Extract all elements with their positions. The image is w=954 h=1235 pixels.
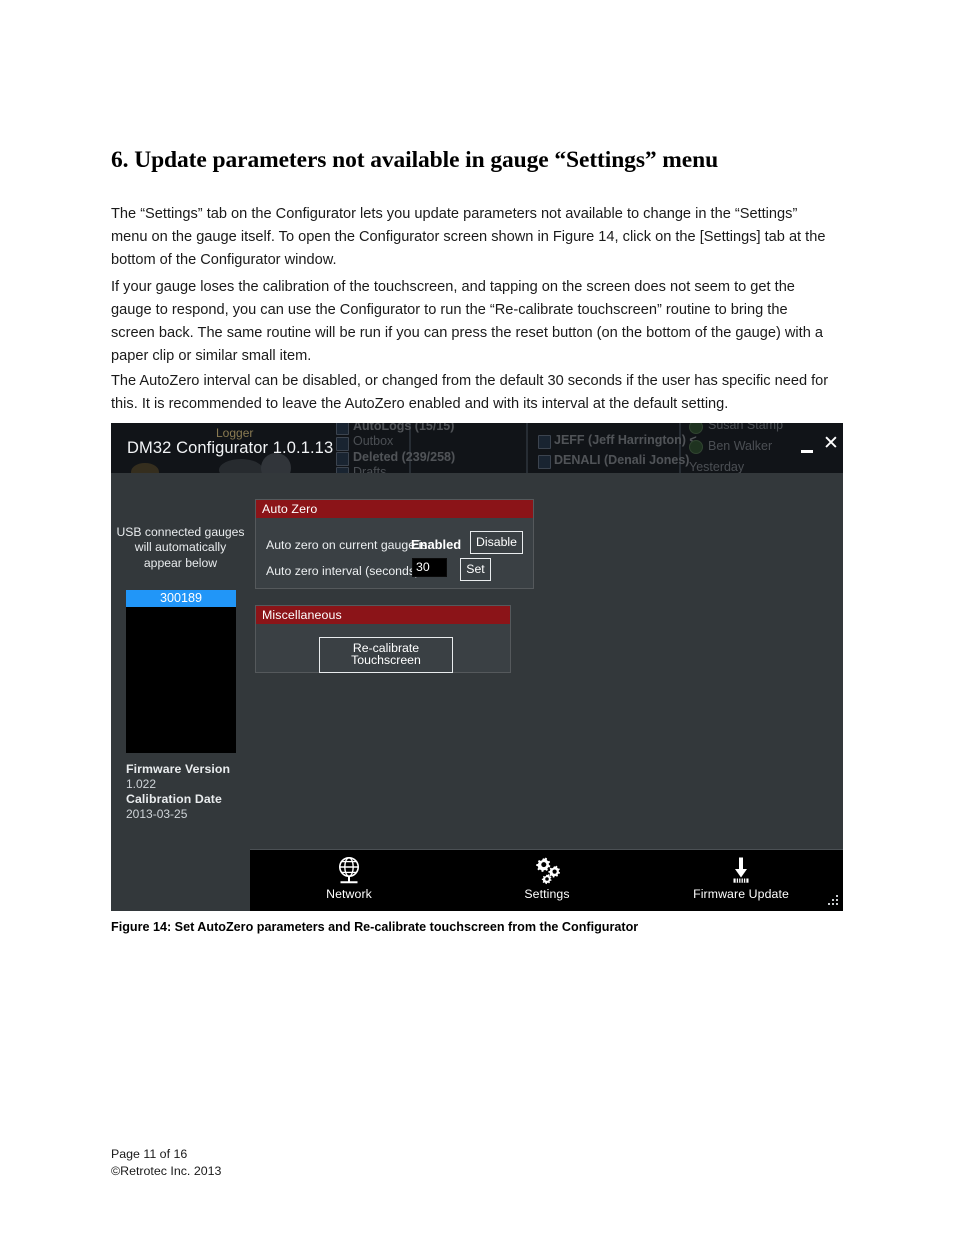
tab-network[interactable]: Network: [284, 850, 414, 911]
auto-zero-interval-label: Auto zero interval (seconds):: [266, 564, 423, 578]
figure-caption: Figure 14: Set AutoZero parameters and R…: [111, 920, 639, 934]
close-icon[interactable]: ✕: [822, 434, 840, 453]
window-title: DM32 Configurator 1.0.1.13: [127, 439, 334, 457]
tab-settings[interactable]: Settings: [482, 850, 612, 911]
chip-download-icon: [676, 855, 806, 887]
miscellaneous-group: Miscellaneous Re-calibrate Touchscreen: [255, 605, 511, 673]
auto-zero-interval-input[interactable]: [412, 558, 447, 577]
recalibrate-touchscreen-button[interactable]: Re-calibrate Touchscreen: [319, 637, 453, 673]
tab-settings-label: Settings: [524, 887, 570, 901]
gears-icon: [482, 855, 612, 887]
tab-firmware-update[interactable]: Firmware Update: [676, 850, 806, 911]
document-page: 6. Update parameters not available in ga…: [111, 0, 843, 1235]
page-title: 6. Update parameters not available in ga…: [111, 147, 719, 173]
firmware-version-label: Firmware Version: [126, 762, 231, 776]
tab-firmware-update-label: Firmware Update: [693, 887, 789, 901]
minimize-button[interactable]: [801, 443, 817, 453]
resize-grip[interactable]: [827, 895, 839, 907]
gauge-info-block: Firmware Version 1.022 Calibration Date …: [126, 762, 251, 822]
bottom-tab-bar: Network Settings Firmware Update: [250, 849, 843, 911]
logger-watermark: Logger: [216, 426, 254, 440]
settings-content-pane: Auto Zero Auto zero on current gauge is:…: [250, 473, 843, 911]
footer-copyright: ©Retrotec Inc. 2013: [111, 1164, 222, 1178]
miscellaneous-group-title: Miscellaneous: [256, 606, 510, 624]
footer-page-number: Page 11 of 16: [111, 1147, 188, 1161]
globe-icon: [284, 855, 414, 887]
auto-zero-status-value: Enabled: [411, 537, 462, 552]
usb-gauge-instructions: USB connected gauges will automatically …: [116, 525, 245, 570]
tab-network-label: Network: [326, 887, 372, 901]
calibration-date-value: 2013-03-25: [126, 807, 188, 821]
gauge-sidebar: USB connected gauges will automatically …: [111, 473, 250, 911]
paragraph-autozero-interval: The AutoZero interval can be disabled, o…: [111, 372, 829, 412]
firmware-version-value: 1.022: [126, 777, 157, 791]
auto-zero-group: Auto Zero Auto zero on current gauge is:…: [255, 499, 534, 589]
paragraph-settings-tab: The “Settings” tab on the Configurator l…: [111, 205, 826, 269]
paragraph-touchscreen-recalibration: If your gauge loses the calibration of t…: [111, 278, 823, 365]
auto-zero-toggle-button[interactable]: Disable: [470, 531, 523, 555]
gauge-list-item[interactable]: 300189: [126, 590, 236, 607]
auto-zero-set-button[interactable]: Set: [460, 558, 491, 582]
window-titlebar[interactable]: AutoLogs (15/15) Outbox Deleted (239/258…: [111, 423, 843, 473]
gauge-list[interactable]: 300189: [126, 590, 236, 753]
dm32-configurator-window: AutoLogs (15/15) Outbox Deleted (239/258…: [111, 423, 843, 911]
auto-zero-status-label: Auto zero on current gauge is:: [266, 538, 431, 552]
calibration-date-label: Calibration Date: [126, 792, 222, 806]
page-footer: Page 11 of 16 ©Retrotec Inc. 2013: [111, 1146, 221, 1180]
auto-zero-group-title: Auto Zero: [256, 500, 533, 518]
